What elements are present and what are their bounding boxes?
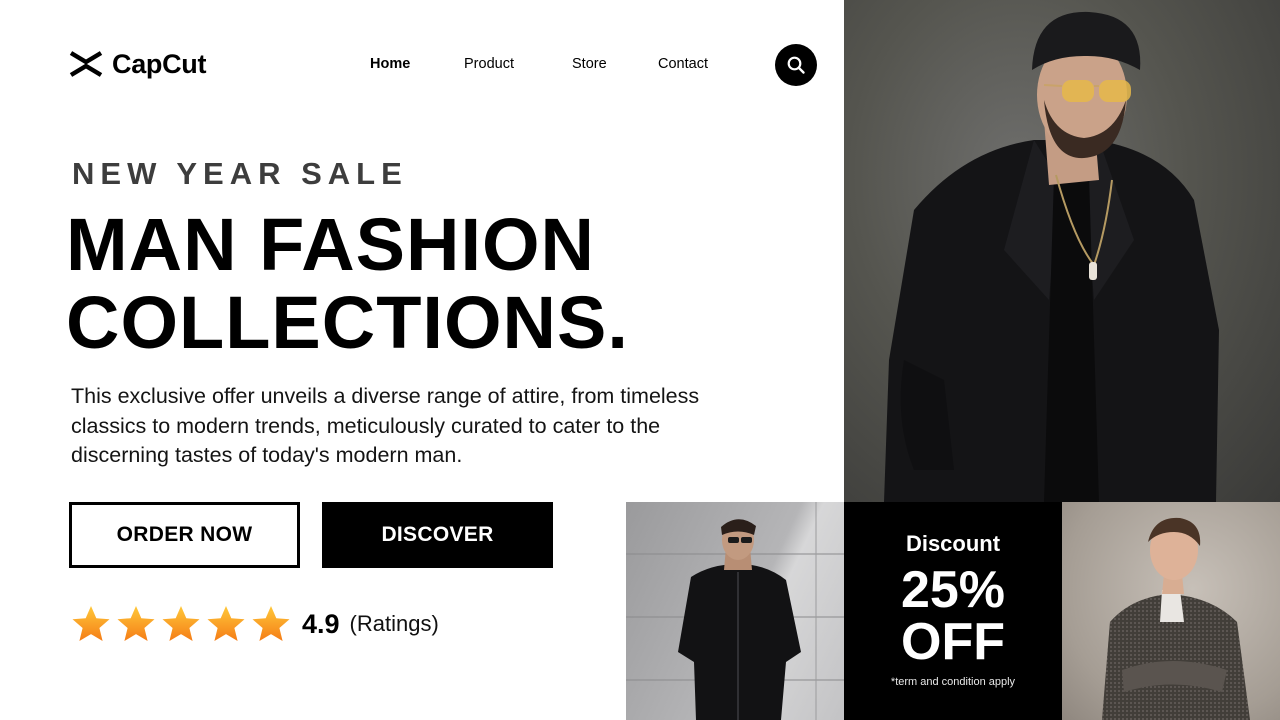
nav-item-store[interactable]: Store (572, 54, 658, 74)
search-icon (787, 56, 805, 74)
discount-value: 25% (900, 561, 1006, 619)
model-photo-bomber (626, 502, 844, 720)
model-photo-tweed (1062, 502, 1280, 720)
brand-logo[interactable]: CapCut (68, 47, 207, 81)
star-icon (162, 606, 200, 641)
page-title: MAN FASHION COLLECTIONS. (66, 206, 786, 362)
rating: 4.9 (Ratings) (70, 604, 439, 644)
discount-terms: *term and condition apply (890, 676, 1016, 688)
nav-item-contact[interactable]: Contact (658, 54, 708, 74)
discount-title: Discount (905, 531, 1001, 556)
rating-value: 4.9 (302, 608, 340, 639)
rating-stars (70, 604, 292, 644)
headline-line-2: COLLECTIONS. (66, 281, 629, 364)
sale-eyebrow: NEW YEAR SALE (72, 156, 408, 191)
hero-description: This exclusive offer unveils a diverse r… (71, 384, 700, 467)
main-nav: Home Product Store Contact (370, 54, 708, 74)
brand-name: CapCut (112, 48, 207, 79)
star-icon (207, 606, 245, 641)
rating-label: (Ratings) (349, 611, 439, 636)
order-now-button[interactable]: ORDER NOW (69, 502, 300, 568)
discount-off: OFF (901, 613, 1005, 671)
search-button[interactable] (775, 44, 817, 86)
star-icon (72, 606, 110, 641)
star-icon (252, 606, 290, 641)
headline-line-1: MAN FASHION (66, 203, 595, 286)
nav-item-home[interactable]: Home (370, 54, 464, 74)
nav-item-product[interactable]: Product (464, 54, 572, 74)
capcut-logo-icon (69, 51, 103, 77)
discount-panel: Discount 25% OFF *term and condition app… (844, 502, 1062, 720)
hero-model-photo (844, 0, 1280, 502)
discover-button[interactable]: DISCOVER (322, 502, 553, 568)
star-icon (117, 606, 155, 641)
